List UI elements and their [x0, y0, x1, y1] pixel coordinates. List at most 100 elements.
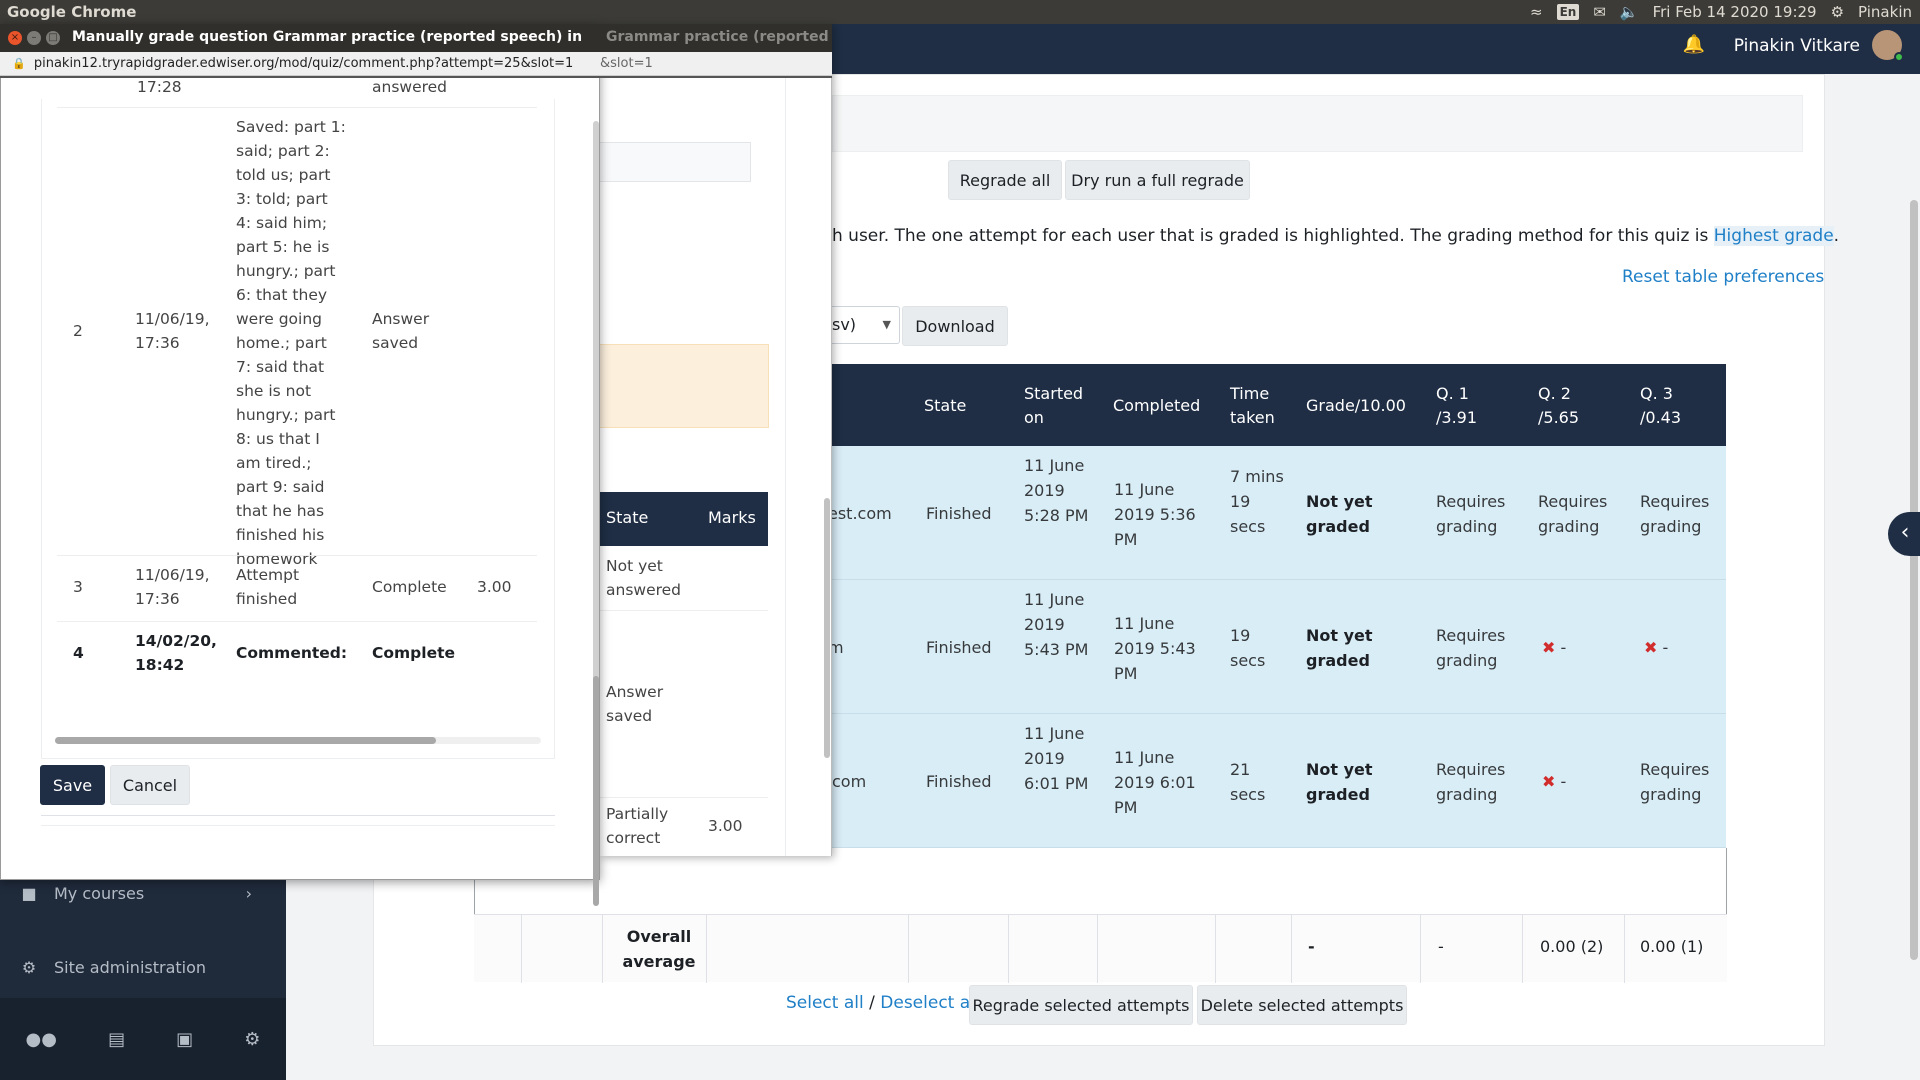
grading-info-text: h user. The one attempt for each user th…	[832, 226, 1840, 246]
close-icon[interactable]: ×	[8, 31, 22, 45]
back-warning-box	[600, 344, 769, 428]
back-history-state: Answer saved	[606, 683, 664, 725]
back-history-state: Partially correct	[606, 805, 669, 847]
popup-url[interactable]: pinakin12.tryrapidgrader.edwiser.org/mod…	[34, 56, 573, 71]
clock[interactable]: Fri Feb 14 2020 19:29	[1653, 3, 1817, 21]
deselect-all-link[interactable]: Deselect all	[880, 993, 979, 1013]
chevron-right-icon: ›	[245, 883, 252, 903]
history-action: Attempt finished	[236, 566, 300, 608]
attempts-table-header: State Started on Completed Time taken Gr…	[808, 364, 1726, 446]
minimize-icon[interactable]: –	[27, 31, 41, 45]
scrollbar-thumb[interactable]	[593, 676, 599, 906]
history-horizontal-scrollbar[interactable]	[55, 737, 541, 744]
select-all-link[interactable]: Select all	[786, 993, 864, 1013]
drawer-bottom-toolbar: ●● ▤ ▣ ⚙	[0, 998, 286, 1080]
drawer-item-site-administration[interactable]: ⚙ Site administration	[0, 942, 286, 992]
save-button[interactable]: Save	[40, 765, 105, 805]
popup-scrollbar-track[interactable]	[593, 121, 599, 906]
drawer-item-label: Site administration	[54, 957, 207, 977]
q3-cell[interactable]: Requires grading	[1640, 757, 1730, 807]
table-row: est.com Finished 11 June 2019 5:28 PM 11…	[808, 446, 1726, 580]
page-scrollbar[interactable]	[1910, 200, 1918, 960]
mail-icon[interactable]: ✉	[1593, 3, 1606, 21]
q2-cell[interactable]: ✖ -	[1542, 769, 1566, 794]
system-user-name[interactable]: Pinakin	[1858, 3, 1912, 21]
q2-cell[interactable]: ✖ -	[1542, 635, 1566, 660]
dry-run-regrade-button[interactable]: Dry run a full regrade	[1065, 160, 1250, 200]
th-completed[interactable]: Completed	[1113, 394, 1200, 418]
user-email[interactable]: est.com	[828, 501, 892, 526]
history-state: Answer saved	[372, 310, 430, 352]
th-q3[interactable]: Q. 3 /0.43	[1640, 382, 1690, 430]
users-icon[interactable]: ●●	[26, 1029, 57, 1050]
history-time: 14/02/20, 18:42	[135, 632, 217, 674]
keyboard-layout-indicator[interactable]: En	[1556, 4, 1580, 20]
overall-average-row: Overall average - - 0.00 (2) 0.00 (1)	[474, 914, 1727, 983]
q3-cell[interactable]: Requires grading	[1640, 489, 1730, 539]
q1-cell[interactable]: Requires grading	[1436, 489, 1526, 539]
history-time: 11/06/19, 17:36	[135, 566, 210, 608]
selection-links: Select all / Deselect all	[786, 993, 980, 1013]
regrade-selected-button[interactable]: Regrade selected attempts	[969, 985, 1193, 1025]
cross-icon: ✖	[1542, 638, 1556, 657]
file-icon[interactable]: ▣	[176, 1029, 193, 1050]
notification-bell-icon[interactable]: 🔔	[1683, 34, 1705, 55]
completed-cell: 11 June 2019 5:43 PM	[1114, 614, 1196, 683]
maximize-icon[interactable]: □	[46, 31, 60, 45]
settings-gear-icon[interactable]: ⚙	[1831, 3, 1844, 21]
q1-cell[interactable]: Requires grading	[1436, 623, 1526, 673]
th-grade[interactable]: Grade/10.00	[1306, 394, 1406, 418]
reset-table-preferences-link[interactable]: Reset table preferences	[1622, 267, 1824, 287]
gear-icon: ⚙	[21, 957, 37, 977]
navbar-user-name[interactable]: Pinakin Vitkare	[1734, 36, 1860, 56]
grade-cell[interactable]: Not yet graded	[1306, 757, 1396, 807]
completed-cell: 11 June 2019 6:01 PM	[1114, 748, 1196, 817]
filter-panel-box	[832, 95, 1803, 152]
history-step: 4	[73, 644, 84, 662]
user-email[interactable]: com	[832, 769, 866, 794]
q3-cell[interactable]: ✖ -	[1644, 635, 1668, 660]
back-input-field	[600, 142, 751, 182]
briefcase-icon: ■	[21, 883, 37, 903]
th-q2[interactable]: Q. 2 /5.65	[1538, 382, 1588, 430]
back-history-marks: 3.00	[708, 817, 743, 835]
popup-url-bar-back: &slot=1	[600, 52, 832, 76]
th-state[interactable]: State	[924, 394, 966, 418]
state-cell: Finished	[926, 638, 992, 657]
cross-icon: ✖	[1644, 638, 1658, 657]
grading-method-link[interactable]: Highest grade	[1713, 226, 1834, 246]
history-time-partial: 17:28	[137, 78, 182, 96]
back-scrollbar[interactable]	[824, 498, 830, 758]
time-taken-cell: 21 secs	[1230, 760, 1266, 804]
drawer-item-label: My courses	[54, 883, 145, 903]
q1-cell[interactable]: Requires grading	[1436, 757, 1526, 807]
time-taken-cell: 7 mins 19 secs	[1230, 467, 1284, 536]
history-time: 11/06/19, 17:36	[135, 310, 210, 352]
completed-cell: 11 June 2019 5:36 PM	[1114, 480, 1196, 549]
grade-cell[interactable]: Not yet graded	[1306, 489, 1396, 539]
table-row: m Finished 11 June 2019 5:43 PM 11 June …	[808, 580, 1726, 714]
history-action: Saved: part 1: said; part 2: told us; pa…	[236, 118, 346, 568]
th-started-on[interactable]: Started on	[1024, 382, 1094, 430]
cancel-button[interactable]: Cancel	[110, 765, 190, 805]
state-cell: Finished	[926, 772, 992, 791]
th-time-taken[interactable]: Time taken	[1230, 382, 1285, 430]
archive-icon[interactable]: ▤	[108, 1029, 125, 1050]
popup-url-bar[interactable]: 🔒 pinakin12.tryrapidgrader.edwiser.org/m…	[0, 52, 600, 76]
chevron-left-icon: ‹	[1900, 520, 1910, 545]
started-cell: 11 June 2019 5:28 PM	[1024, 456, 1089, 525]
delete-selected-button[interactable]: Delete selected attempts	[1197, 985, 1407, 1025]
overall-grade: -	[1308, 937, 1315, 956]
q2-cell[interactable]: Requires grading	[1538, 489, 1628, 539]
download-button[interactable]: Download	[902, 306, 1008, 346]
download-format-select[interactable]: sv) ▼	[832, 306, 900, 344]
cogs-icon[interactable]: ⚙	[244, 1029, 260, 1050]
regrade-all-button[interactable]: Regrade all	[948, 160, 1062, 200]
wifi-icon[interactable]: ≈	[1530, 3, 1543, 21]
th-q1[interactable]: Q. 1 /3.91	[1436, 382, 1486, 430]
scrollbar-thumb[interactable]	[55, 737, 436, 744]
grade-cell[interactable]: Not yet graded	[1306, 623, 1396, 673]
state-cell: Finished	[926, 504, 992, 523]
volume-icon[interactable]: 🔈	[1620, 3, 1639, 21]
back-history-state: Not yet answered	[606, 557, 682, 599]
